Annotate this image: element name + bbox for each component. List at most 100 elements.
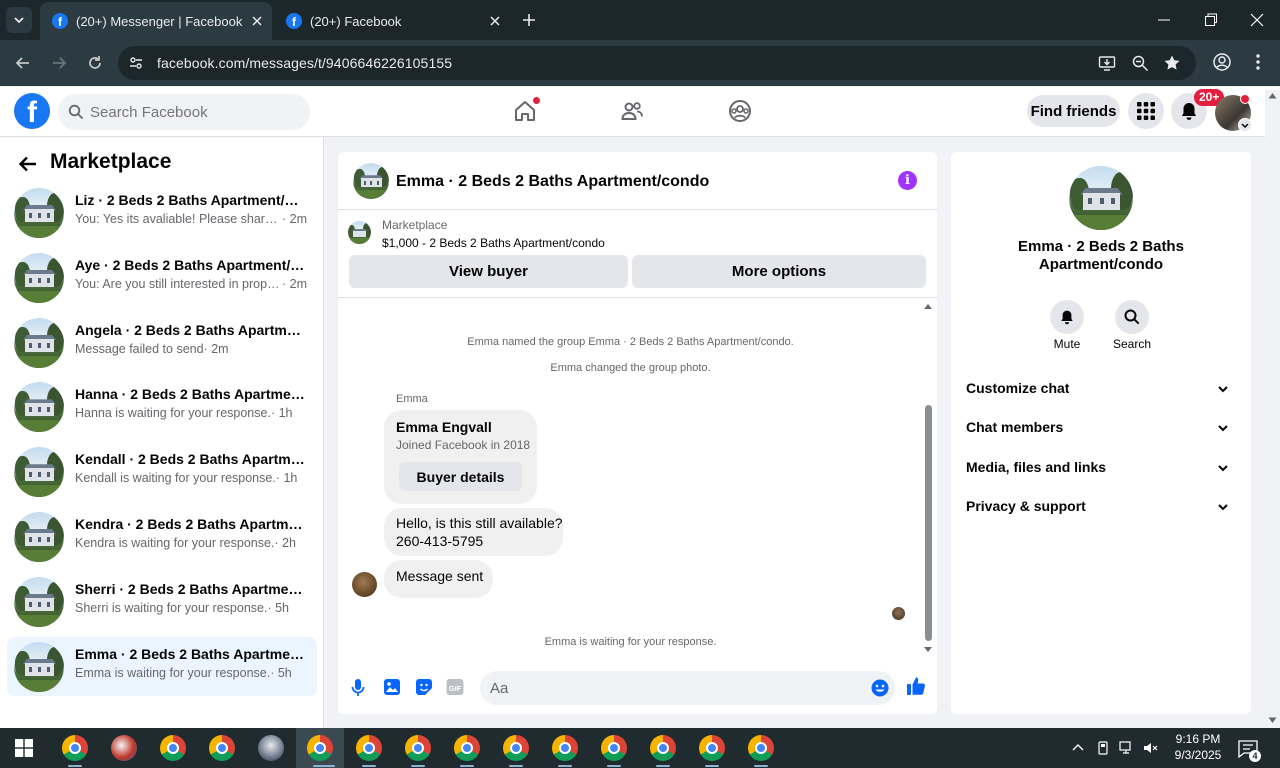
- tab-messenger[interactable]: f (20+) Messenger | Facebook: [40, 2, 272, 40]
- browser-tab-strip: f (20+) Messenger | Facebook f (20+) Fac…: [0, 0, 1280, 40]
- network-icon[interactable]: [1119, 741, 1135, 755]
- bookmark-star-icon[interactable]: [1163, 54, 1181, 72]
- chrome-icon[interactable]: [650, 735, 676, 761]
- facebook-search-box[interactable]: [58, 94, 310, 130]
- gif-icon[interactable]: GIF: [446, 678, 464, 696]
- browser-menu-icon[interactable]: [1250, 52, 1266, 72]
- groups-icon[interactable]: [728, 99, 752, 123]
- address-bar[interactable]: facebook.com/messages/t/9406646226105155: [118, 46, 1196, 80]
- chrome-icon[interactable]: [503, 735, 529, 761]
- chrome-icon[interactable]: [748, 735, 774, 761]
- minimize-icon[interactable]: [1157, 10, 1171, 30]
- microphone-icon[interactable]: [350, 678, 366, 698]
- close-window-icon[interactable]: [1250, 10, 1264, 30]
- volume-muted-icon[interactable]: [1143, 741, 1159, 755]
- grid-menu-icon: [1137, 102, 1155, 120]
- restore-icon[interactable]: [1204, 10, 1218, 30]
- chevron-down-icon: [1241, 123, 1249, 129]
- conversation-item[interactable]: Sherri · 2 Beds 2 Baths Apartment/condo S…: [7, 572, 317, 631]
- chat-members-section[interactable]: Chat members: [958, 408, 1244, 446]
- more-options-button[interactable]: More options: [632, 255, 926, 288]
- chrome-icon[interactable]: [601, 735, 627, 761]
- chrome-icon[interactable]: [160, 735, 186, 761]
- message-input[interactable]: [490, 671, 860, 705]
- conversation-item[interactable]: Kendall · 2 Beds 2 Baths Apartment/condo…: [7, 442, 317, 501]
- conversation-item[interactable]: Aye · 2 Beds 2 Baths Apartment/condo You:…: [7, 248, 317, 307]
- find-friends-button[interactable]: Find friends: [1027, 95, 1120, 127]
- page-scrollbar[interactable]: [1265, 90, 1280, 728]
- conversation-item[interactable]: Angela · 2 Beds 2 Baths Apartment/condo M…: [7, 313, 317, 372]
- chrome-icon[interactable]: [552, 735, 578, 761]
- emoji-icon[interactable]: [871, 679, 889, 697]
- listing-thumbnail[interactable]: [348, 221, 371, 244]
- media-files-links-section[interactable]: Media, files and links: [958, 448, 1244, 486]
- conversation-thumbnail: [14, 447, 64, 498]
- chat-scrollbar-thumb[interactable]: [925, 405, 932, 641]
- chat-avatar[interactable]: [353, 163, 389, 199]
- conversation-title: Angela · 2 Beds 2 Baths Apartment/condo: [75, 321, 305, 338]
- install-app-icon[interactable]: [1098, 54, 1116, 72]
- scroll-up-icon[interactable]: [1268, 92, 1277, 99]
- usb-device-icon[interactable]: [1096, 741, 1110, 755]
- close-icon[interactable]: [488, 14, 502, 28]
- like-icon[interactable]: [906, 676, 926, 696]
- tab-facebook[interactable]: f (20+) Facebook: [274, 2, 510, 40]
- sender-avatar[interactable]: [352, 572, 377, 597]
- back-arrow-icon[interactable]: [18, 154, 38, 174]
- search-input[interactable]: [90, 94, 300, 130]
- menu-grid-button[interactable]: [1128, 93, 1164, 129]
- windows-start-icon[interactable]: [15, 739, 33, 757]
- scroll-up-icon[interactable]: [923, 302, 933, 310]
- chat-title[interactable]: Emma · 2 Beds 2 Baths Apartment/condo: [396, 173, 709, 191]
- forward-icon[interactable]: [49, 53, 69, 73]
- buyer-joined-text: Joined Facebook in 2018: [396, 438, 531, 452]
- browser-toolbar: facebook.com/messages/t/9406646226105155: [0, 40, 1280, 86]
- url-text[interactable]: facebook.com/messages/t/9406646226105155: [157, 55, 452, 71]
- chrome-icon[interactable]: [454, 735, 480, 761]
- listing-title[interactable]: $1,000 - 2 Beds 2 Baths Apartment/condo: [382, 236, 605, 250]
- facebook-header: f Find friends 20+: [0, 87, 1280, 137]
- conversation-name: Emma · 2 Beds 2 Baths Apartment/condo: [1018, 238, 1184, 273]
- reload-icon[interactable]: [85, 53, 105, 73]
- tab-search-button[interactable]: [6, 7, 32, 33]
- site-settings-icon[interactable]: [128, 55, 144, 71]
- message-input-box[interactable]: [480, 671, 895, 705]
- profile-icon[interactable]: [1212, 52, 1232, 72]
- new-tab-plus-icon[interactable]: [520, 11, 538, 29]
- sticker-icon[interactable]: [415, 678, 433, 696]
- customize-chat-section[interactable]: Customize chat: [958, 369, 1244, 407]
- privacy-support-section[interactable]: Privacy & support: [958, 487, 1244, 525]
- show-hidden-icons-chevron-icon[interactable]: [1071, 741, 1085, 755]
- friends-icon[interactable]: [620, 99, 644, 123]
- section-label: Chat members: [966, 419, 1064, 435]
- info-icon[interactable]: i: [898, 171, 917, 190]
- conversation-item[interactable]: Liz · 2 Beds 2 Baths Apartment/condo You:…: [7, 183, 317, 242]
- conversation-avatar[interactable]: [1069, 166, 1133, 230]
- view-buyer-button[interactable]: View buyer: [349, 255, 628, 288]
- facebook-logo-icon[interactable]: f: [14, 93, 50, 129]
- conversation-item[interactable]: Kendra · 2 Beds 2 Baths Apartment/condo K…: [7, 507, 317, 566]
- app-icon[interactable]: [258, 735, 284, 761]
- scroll-down-icon[interactable]: [1268, 717, 1277, 724]
- photo-icon[interactable]: [383, 678, 401, 696]
- chrome-icon[interactable]: [356, 735, 382, 761]
- zoom-icon[interactable]: [1131, 54, 1149, 72]
- chrome-icon[interactable]: [209, 735, 235, 761]
- conversation-title: Kendall · 2 Beds 2 Baths Apartment/condo: [75, 451, 305, 468]
- chrome-icon[interactable]: [62, 735, 88, 761]
- paint-app-icon[interactable]: [111, 735, 137, 761]
- buyer-details-button[interactable]: Buyer details: [399, 462, 522, 491]
- system-clock[interactable]: 9:16 PM 9/3/2025: [1163, 731, 1233, 763]
- chrome-icon[interactable]: [699, 735, 725, 761]
- search-conversation-button[interactable]: [1115, 300, 1149, 334]
- preview-text: Kendall is waiting for your response.: [75, 471, 276, 486]
- chrome-icon[interactable]: [307, 735, 333, 761]
- back-icon[interactable]: [13, 53, 33, 73]
- account-menu-button[interactable]: [1238, 118, 1252, 132]
- close-icon[interactable]: [250, 14, 264, 28]
- conversation-item[interactable]: Hanna · 2 Beds 2 Baths Apartment/condo Ha…: [7, 377, 317, 436]
- conversation-item[interactable]: Emma · 2 Beds 2 Baths Apartment/condo Emm…: [7, 636, 317, 696]
- scroll-down-icon[interactable]: [923, 646, 933, 654]
- chrome-icon[interactable]: [405, 735, 431, 761]
- mute-button[interactable]: [1050, 300, 1084, 334]
